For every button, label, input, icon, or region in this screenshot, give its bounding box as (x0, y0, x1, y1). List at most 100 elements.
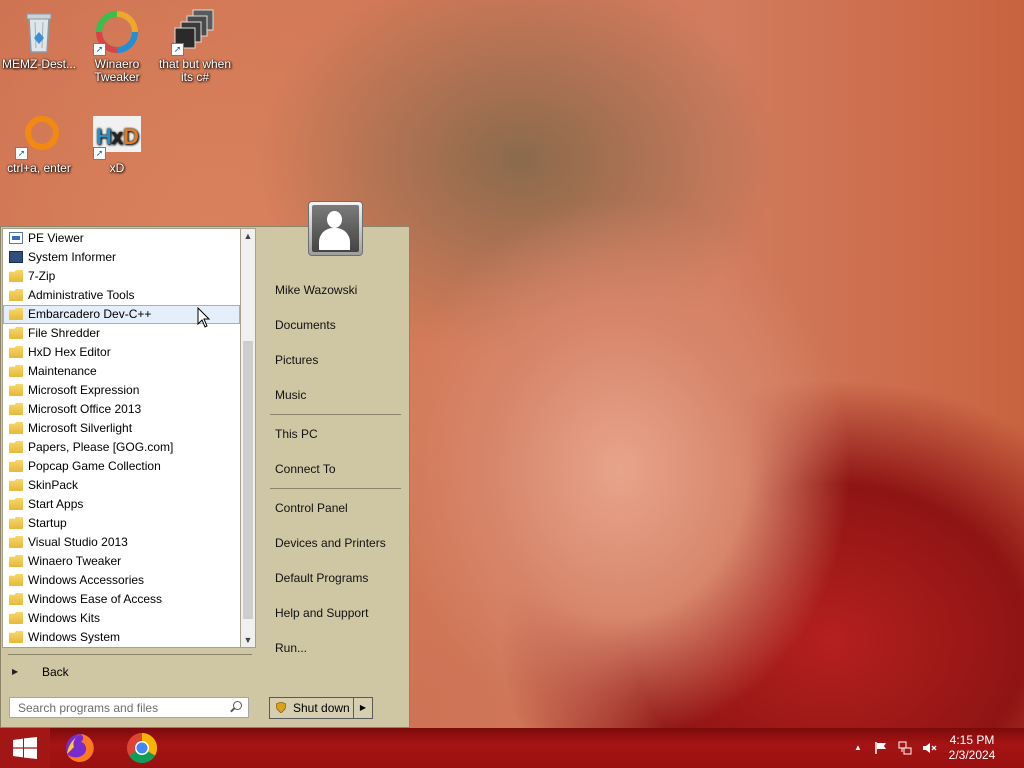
devices-and-printers-link[interactable]: Devices and Printers (275, 534, 386, 552)
program-folder-skinpack[interactable]: SkinPack (3, 476, 240, 495)
monitor-icon (9, 251, 23, 263)
pictures-link[interactable]: Pictures (275, 351, 318, 369)
program-folder-windows-kits[interactable]: Windows Kits (3, 609, 240, 628)
user-name-link[interactable]: Mike Wazowski (275, 281, 357, 299)
search-box[interactable] (9, 697, 249, 718)
clock-date: 2/3/2024 (948, 748, 996, 762)
program-folder-windows-accessories[interactable]: Windows Accessories (3, 571, 240, 590)
program-folder-visual-studio-2013[interactable]: Visual Studio 2013 (3, 533, 240, 552)
program-folder-7-zip[interactable]: 7-Zip (3, 267, 240, 286)
folder-icon (9, 555, 23, 567)
back-triangle-icon: ▶ (12, 667, 19, 676)
network-icon[interactable] (898, 741, 912, 755)
program-folder-administrative-tools[interactable]: Administrative Tools (3, 286, 240, 305)
taskbar-clock[interactable]: 4:15 PM 2/3/2024 (943, 733, 1001, 763)
desktop-icon-csharp[interactable]: ➚ that but when its c# (155, 8, 235, 84)
program-label: PE Viewer (28, 231, 84, 245)
winaero-icon: ➚ (93, 8, 141, 56)
shutdown-label: Shut down (293, 701, 350, 715)
desktop-icon-ctrl-a-enter[interactable]: ➚ ctrl+a, enter (0, 112, 79, 175)
help-and-support-link[interactable]: Help and Support (275, 604, 368, 622)
program-folder-windows-ease-of-access[interactable]: Windows Ease of Access (3, 590, 240, 609)
program-folder-winaero-tweaker[interactable]: Winaero Tweaker (3, 552, 240, 571)
folder-icon (9, 403, 23, 415)
taskbar-firefox[interactable] (63, 731, 97, 765)
scroll-up-arrow-icon[interactable]: ▲ (241, 229, 255, 243)
program-item-system-informer[interactable]: System Informer (3, 248, 240, 267)
program-label: Papers, Please [GOG.com] (28, 440, 174, 454)
default-programs-link[interactable]: Default Programs (275, 569, 368, 587)
folder-icon (9, 631, 23, 643)
program-folder-hxd-hex-editor[interactable]: HxD Hex Editor (3, 343, 240, 362)
program-label: Start Apps (28, 497, 84, 511)
folder-icon (9, 441, 23, 453)
desktop-icon-winaero[interactable]: ➚ Winaero Tweaker (77, 8, 157, 84)
start-button[interactable] (0, 728, 50, 768)
program-label: SkinPack (28, 478, 79, 492)
program-item-pe-viewer[interactable]: PE Viewer (3, 229, 240, 248)
desktop-icon-label: MEMZ-Dest... (2, 57, 76, 71)
desktop-icon-xd[interactable]: H x D ➚ xD (77, 112, 157, 175)
back-label: Back (42, 665, 69, 679)
program-folder-papers-please[interactable]: Papers, Please [GOG.com] (3, 438, 240, 457)
program-label: Visual Studio 2013 (28, 535, 128, 549)
folder-icon (9, 612, 23, 624)
hxd-icon: H x D ➚ (93, 112, 141, 160)
program-folder-microsoft-silverlight[interactable]: Microsoft Silverlight (3, 419, 240, 438)
program-label: Embarcadero Dev-C++ (28, 307, 152, 321)
program-label: File Shredder (28, 326, 101, 340)
program-label: Microsoft Office 2013 (28, 402, 142, 416)
documents-link[interactable]: Documents (275, 316, 336, 334)
program-label: Popcap Game Collection (28, 459, 161, 473)
program-folder-microsoft-expression[interactable]: Microsoft Expression (3, 381, 240, 400)
back-button[interactable]: ▶ Back (8, 663, 252, 681)
folder-icon (9, 365, 23, 377)
program-folder-windows-system[interactable]: Windows System (3, 628, 240, 647)
firefox-icon (66, 734, 94, 762)
shutdown-button[interactable]: Shut down ▶ (269, 697, 373, 719)
program-label: Winaero Tweaker (28, 554, 122, 568)
folder-icon (9, 517, 23, 529)
all-programs-list[interactable]: PE Viewer System Informer 7-Zip Administ… (2, 228, 240, 648)
desktop-icon-memz[interactable]: MEMZ-Dest... (0, 8, 79, 71)
scroll-down-arrow-icon[interactable]: ▼ (241, 633, 255, 647)
folder-icon (9, 270, 23, 282)
taskbar-chrome[interactable] (125, 731, 159, 765)
folder-icon (9, 460, 23, 472)
control-panel-link[interactable]: Control Panel (275, 499, 348, 517)
program-label: HxD Hex Editor (28, 345, 111, 359)
folder-icon (9, 498, 23, 510)
show-hidden-icons-arrow-icon[interactable]: ▲ (851, 741, 865, 755)
search-icon[interactable] (233, 701, 242, 710)
shortcut-arrow-icon: ➚ (171, 43, 184, 56)
program-folder-start-apps[interactable]: Start Apps (3, 495, 240, 514)
menu-separator (270, 488, 401, 489)
desktop-icon-label: that but when its c# (158, 57, 232, 84)
program-folder-maintenance[interactable]: Maintenance (3, 362, 240, 381)
music-link[interactable]: Music (275, 386, 306, 404)
folder-icon (9, 593, 23, 605)
shortcut-arrow-icon: ➚ (93, 147, 106, 160)
shield-icon (275, 701, 287, 714)
program-folder-popcap-game-collection[interactable]: Popcap Game Collection (3, 457, 240, 476)
shortcut-arrow-icon: ➚ (93, 43, 106, 56)
this-pc-link[interactable]: This PC (275, 425, 318, 443)
windows-logo-icon (13, 737, 37, 759)
search-input[interactable] (10, 698, 228, 717)
shutdown-options-arrow-icon[interactable]: ▶ (353, 698, 372, 718)
program-folder-startup[interactable]: Startup (3, 514, 240, 533)
user-silhouette-icon (312, 205, 359, 252)
user-avatar[interactable] (308, 201, 363, 256)
volume-muted-icon[interactable] (922, 741, 937, 755)
connect-to-link[interactable]: Connect To (275, 460, 336, 478)
program-label: Windows Ease of Access (28, 592, 163, 606)
programs-scrollbar[interactable]: ▲ ▼ (240, 228, 256, 648)
program-label: Windows Accessories (28, 573, 145, 587)
chrome-icon (126, 733, 158, 764)
run-link[interactable]: Run... (275, 639, 307, 657)
action-center-flag-icon[interactable] (874, 741, 888, 755)
program-folder-microsoft-office-2013[interactable]: Microsoft Office 2013 (3, 400, 240, 419)
scrollbar-thumb[interactable] (243, 341, 253, 619)
program-label: Maintenance (28, 364, 97, 378)
taskbar: ▲ 4:15 PM 2/3/2024 (0, 728, 1024, 768)
